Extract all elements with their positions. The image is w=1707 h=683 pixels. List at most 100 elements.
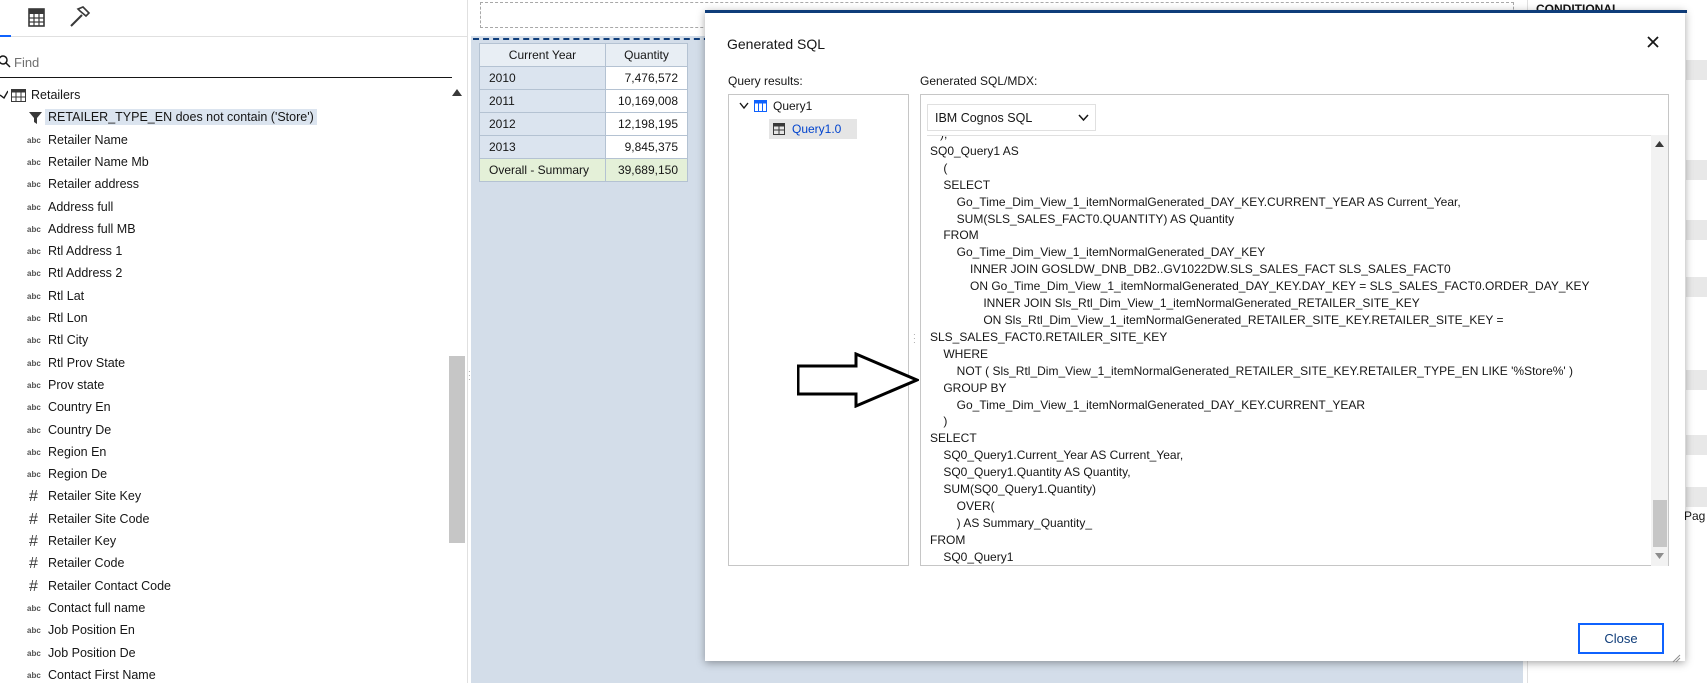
sql-line: SQ0_Query1.Current_Year AS Current_Year, — [930, 448, 1184, 463]
text-attribute-icon: abc — [27, 670, 41, 680]
crosstab-cell[interactable]: 9,845,375 — [605, 135, 688, 159]
sql-line: ON Go_Time_Dim_View_1_itemNormalGenerate… — [930, 279, 1590, 294]
query1-0-label: Query1.0 — [792, 122, 842, 136]
tree-item-label: Prov state — [48, 377, 105, 392]
sql-scrollbar[interactable] — [1651, 135, 1668, 566]
crosstab-row-label[interactable]: 2011 — [479, 89, 606, 113]
tree-scrollbar-thumb[interactable] — [449, 356, 465, 543]
tree-item-label: Rtl City — [48, 333, 89, 348]
tree-item[interactable]: abc Job Position En — [0, 620, 420, 642]
scroll-down-icon[interactable] — [1655, 553, 1664, 560]
crosstab-summary-label[interactable]: Overall - Summary — [479, 158, 606, 182]
tree-item[interactable]: abc Country De — [0, 420, 420, 442]
tree-item[interactable]: # Retailer Site Code — [0, 509, 420, 531]
scroll-up-icon[interactable] — [1655, 140, 1664, 147]
numeric-measure-icon: # — [29, 533, 38, 550]
tree-item-label: Retailer Contact Code — [48, 578, 171, 593]
property-row[interactable] — [1686, 370, 1707, 390]
tree-item[interactable]: abc Retailer Name Mb — [0, 152, 420, 174]
data-tree-panel: Retailers RETAILER_TYPE_EN does not cont… — [0, 0, 468, 683]
tree-filter-item[interactable]: RETAILER_TYPE_EN does not contain ('Stor… — [0, 107, 420, 129]
find-input[interactable] — [14, 52, 434, 72]
tree-item[interactable]: abc Rtl Address 2 — [0, 263, 420, 285]
crosstab-row[interactable]: 2011 10,169,008 — [479, 89, 688, 113]
tree-item[interactable]: abc Contact full name — [0, 598, 420, 620]
tree-item[interactable]: abc Job Position De — [0, 643, 420, 665]
tree-item[interactable]: abc Region De — [0, 464, 420, 486]
close-icon[interactable] — [1645, 34, 1661, 50]
property-row[interactable] — [1686, 160, 1707, 180]
sql-scrollbar-thumb[interactable] — [1653, 500, 1667, 547]
crosstab-summary-row[interactable]: Overall - Summary 39,689,150 — [479, 158, 688, 182]
tree-item[interactable]: # Retailer Code — [0, 553, 420, 575]
tree-item-label: Address full MB — [48, 221, 136, 236]
tree-item[interactable]: abc Rtl City — [0, 330, 420, 352]
close-button[interactable]: Close — [1578, 623, 1664, 654]
tree-item-label: Retailer address — [48, 177, 140, 192]
text-attribute-icon: abc — [27, 626, 41, 636]
tree-item[interactable]: abc Rtl Lat — [0, 286, 420, 308]
tree-item[interactable]: abc Address full — [0, 197, 420, 219]
crosstab-cell[interactable]: 7,476,572 — [605, 66, 688, 90]
tree-item-label: Retailer Site Code — [48, 511, 150, 526]
tree-item[interactable]: abc Rtl Lon — [0, 308, 420, 330]
crosstab-row-label[interactable]: 2010 — [479, 66, 606, 90]
chevron-down-icon[interactable] — [739, 102, 749, 110]
property-row[interactable] — [1686, 60, 1707, 80]
sql-line: ) — [930, 414, 948, 429]
tree-item[interactable]: abc Prov state — [0, 375, 420, 397]
crosstab[interactable]: Current Year Quantity 2010 7,476,572 2011 1… — [479, 43, 688, 182]
tree-item[interactable]: abc Rtl Address 1 — [0, 241, 420, 263]
property-row[interactable] — [1686, 487, 1707, 507]
crosstab-summary-cell[interactable]: 39,689,150 — [605, 158, 688, 182]
tree-item-label: Region En — [48, 444, 107, 459]
hammer-icon[interactable] — [66, 4, 92, 30]
tree-item[interactable]: abc Retailer Name — [0, 130, 420, 152]
sql-line: ) AS Summary_Quantity_ — [930, 515, 1093, 530]
text-attribute-icon: abc — [27, 247, 41, 257]
sql-line: FROM — [930, 228, 979, 243]
tree-node-retailers[interactable]: Retailers — [0, 85, 448, 107]
query-results-tree: Query1 Query1.0 — [728, 94, 909, 566]
expanded-chevron-icon[interactable] — [0, 89, 8, 101]
sql-dialect-select[interactable]: IBM Cognos SQL — [927, 104, 1096, 131]
text-attribute-icon: abc — [27, 380, 41, 390]
property-row[interactable] — [1686, 277, 1707, 297]
text-attribute-icon: abc — [27, 224, 41, 234]
tree-item[interactable]: # Retailer Key — [0, 531, 420, 553]
tree-item[interactable]: abc Contact First Name — [0, 665, 420, 683]
tree-item-label: Rtl Prov State — [48, 355, 126, 370]
crosstab-cell[interactable]: 12,198,195 — [605, 112, 688, 136]
text-attribute-icon: abc — [27, 269, 41, 279]
tree-item[interactable]: abc Country En — [0, 397, 420, 419]
properties-page-label: Pag — [1684, 509, 1706, 523]
resize-handle-icon[interactable] — [1671, 653, 1681, 663]
property-row[interactable] — [1686, 435, 1707, 455]
scroll-up-icon[interactable] — [452, 88, 462, 96]
crosstab-row[interactable]: 2010 7,476,572 — [479, 66, 688, 90]
tree-item[interactable]: abc Region En — [0, 442, 420, 464]
crosstab-row-label[interactable]: 2013 — [479, 135, 606, 159]
crosstab-cell[interactable]: 10,169,008 — [605, 89, 688, 113]
sql-text-area[interactable]: ),SQ0_Query1 AS ( SELECT Go_Time_Dim_Vie… — [927, 135, 1651, 566]
sql-line: GROUP BY — [930, 380, 1007, 395]
crosstab-row[interactable]: 2013 9,845,375 — [479, 135, 688, 159]
tree-item[interactable]: abc Rtl Prov State — [0, 353, 420, 375]
tree-item[interactable]: # Retailer Contact Code — [0, 576, 420, 598]
crosstab-header-quantity[interactable]: Quantity — [605, 43, 688, 67]
tree-item[interactable]: # Retailer Site Key — [0, 486, 420, 508]
crosstab-row-label[interactable]: 2012 — [479, 112, 606, 136]
sql-line: WHERE — [930, 346, 989, 361]
property-row[interactable] — [1686, 220, 1707, 240]
crosstab-row[interactable]: 2012 12,198,195 — [479, 112, 688, 136]
find-field[interactable] — [0, 46, 452, 78]
crosstab-header-year[interactable]: Current Year — [479, 43, 606, 67]
sql-line: ON Sls_Rtl_Dim_View_1_itemNormalGenerate… — [930, 312, 1504, 327]
dialog-splitter-icon[interactable]: · · · — [913, 331, 917, 349]
tree-item[interactable]: abc Retailer address — [0, 174, 420, 196]
tree-node-query1-0[interactable]: Query1.0 — [769, 119, 857, 139]
chevron-down-icon — [1078, 114, 1089, 122]
tree-item[interactable]: abc Address full MB — [0, 219, 420, 241]
tree-filter-label: RETAILER_TYPE_EN does not contain ('Stor… — [45, 109, 317, 126]
calculator-icon[interactable] — [23, 4, 49, 30]
